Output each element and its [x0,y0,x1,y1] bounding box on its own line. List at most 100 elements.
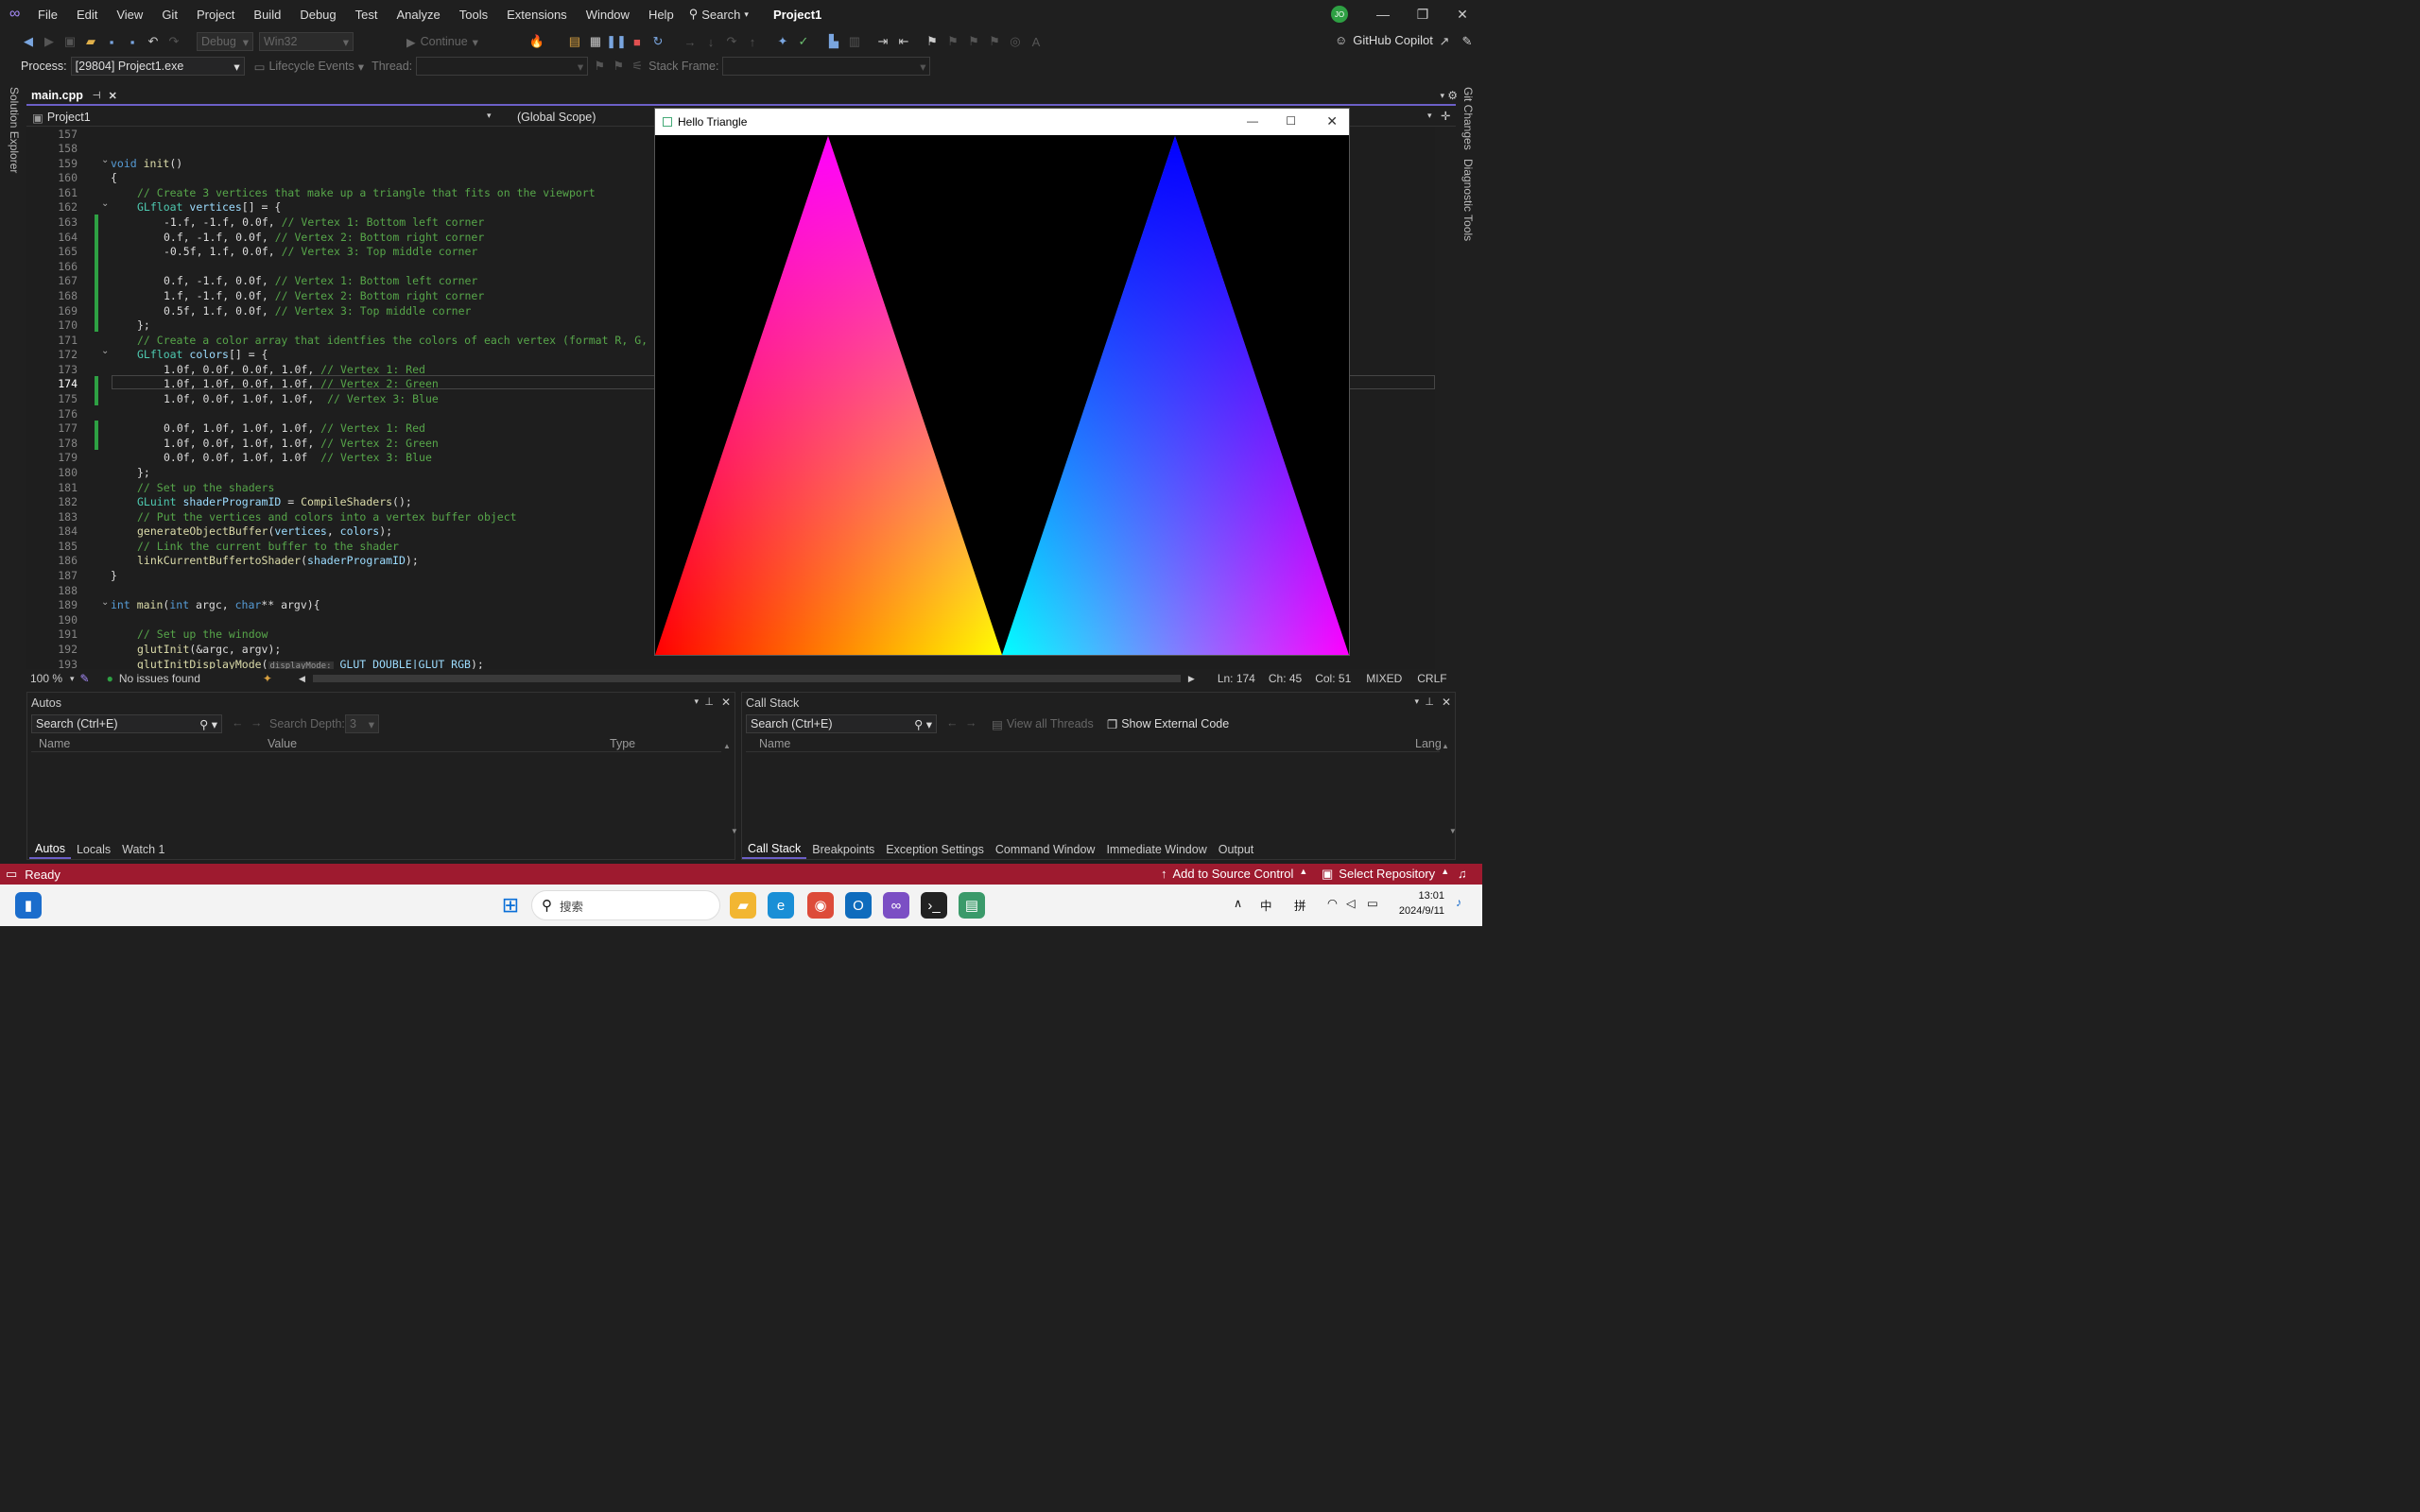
back-arrow-icon[interactable]: ← [232,716,244,730]
font-size-icon[interactable]: A [1028,34,1044,49]
uncomment-icon[interactable]: ▥ [847,34,862,49]
next-bookmark-icon[interactable]: ⚑ [966,34,981,49]
new-project-icon[interactable]: ▣ [62,34,78,49]
hot-path-icon[interactable]: ✦ [775,34,790,49]
solution-explorer-tab[interactable]: Solution Explorer [8,87,21,173]
intellicode-icon[interactable]: ✎ [80,672,90,685]
thread-select[interactable]: ▾ [416,57,589,76]
feedback-icon[interactable]: ✎ [1460,34,1475,49]
lifecycle-events-button[interactable]: ▭ Lifecycle Events ▾ [254,60,364,74]
save-all-icon[interactable]: ▪ [125,34,140,49]
menu-git[interactable]: Git [152,8,187,22]
forward-icon[interactable]: ▶ [42,34,57,49]
menu-analyze[interactable]: Analyze [387,8,449,22]
menu-window[interactable]: Window [577,8,639,22]
show-next-statement-icon[interactable]: → [683,34,698,49]
stop-icon[interactable]: ■ [630,34,645,49]
notification-bell-icon[interactable]: ♪ [1456,896,1461,909]
tab-watch-1[interactable]: Watch 1 [116,840,170,859]
menu-help[interactable]: Help [639,8,683,22]
close-panel-icon[interactable]: ✕ [1442,696,1451,709]
start-icon[interactable]: ⊞ [497,892,524,919]
menu-build[interactable]: Build [244,8,290,22]
menu-extensions[interactable]: Extensions [497,8,577,22]
expand-callstack-icon[interactable]: ⚟ [630,59,645,74]
breakpoint-icon[interactable]: ◎ [1008,34,1023,49]
pin-icon[interactable]: ⊥ [1425,696,1434,708]
indent-icon[interactable]: ⇥ [875,34,890,49]
panel-menu-icon[interactable]: ▾ [1414,696,1419,707]
select-repository-button[interactable]: ▣ Select Repository ▲ [1322,867,1449,882]
restore-icon[interactable]: ❐ [1403,0,1443,28]
taskbar-search[interactable]: ⚲ 搜索 [531,890,720,920]
column-header-name[interactable]: Name [759,737,790,750]
close-panel-icon[interactable]: ✕ [721,696,731,709]
brush-icon[interactable]: ✦ [263,672,272,685]
menu-debug[interactable]: Debug [290,8,345,22]
column-header-value[interactable]: Value [268,737,297,750]
outdent-icon[interactable]: ⇤ [896,34,911,49]
window-titlebar[interactable]: Hello Triangle — ☐ ✕ [655,109,1349,135]
close-tab-icon[interactable]: ✕ [109,90,117,102]
menu-edit[interactable]: Edit [67,8,107,22]
column-header-type[interactable]: Type [610,737,635,750]
autos-search-input[interactable]: Search (Ctrl+E) ⚲ ▾ [31,714,222,733]
wifi-icon[interactable]: ◠ [1327,896,1338,910]
chrome-icon[interactable]: ◉ [807,892,834,919]
column-header-name[interactable]: Name [39,737,70,750]
volume-icon[interactable]: ◁ [1346,896,1356,910]
call-stack-scrollbar[interactable]: ▲ ▼ [1442,738,1457,836]
clock-date[interactable]: 2024/9/11 [1390,905,1444,917]
close-icon[interactable]: ✕ [1326,113,1338,129]
bell-icon[interactable]: ♫ [1458,867,1467,881]
close-icon[interactable]: ✕ [1443,0,1482,28]
step-into-icon[interactable]: ↓ [703,34,718,49]
widgets-icon[interactable]: ▮ [15,892,42,919]
solution-icon[interactable]: ▤ [567,34,582,49]
share-icon[interactable]: ↗ [1437,34,1452,49]
layout-icon[interactable]: ▦ [588,34,603,49]
git-changes-tab[interactable]: Git Changes [1461,87,1475,150]
step-out-icon[interactable]: ↑ [745,34,760,49]
search-depth-select[interactable]: 3 ▾ [345,714,379,733]
configuration-select[interactable]: Debug ▾ [197,32,253,51]
autos-scrollbar[interactable]: ▲ ▼ [723,738,738,836]
edge-icon[interactable]: e [768,892,794,919]
tab-list-icon[interactable]: ▾ [1440,91,1444,101]
hello-triangle-window[interactable]: Hello Triangle — ☐ ✕ [654,108,1350,656]
global-scope-select[interactable]: (Global Scope) [517,111,596,124]
maximize-icon[interactable]: ☐ [1286,114,1296,128]
add-to-source-control-button[interactable]: ↑ Add to Source Control ▲ [1161,867,1307,881]
clear-bookmarks-icon[interactable]: ⚑ [987,34,1002,49]
zoom-select[interactable]: 100 % [26,672,70,685]
menu-test[interactable]: Test [346,8,388,22]
spell-check-icon[interactable]: ✓ [796,34,811,49]
menu-project[interactable]: Project [187,8,244,22]
forward-arrow-icon[interactable]: → [251,716,263,730]
collapse-icon[interactable]: ⌄ [101,198,109,209]
back-icon[interactable]: ◀ [21,34,36,49]
call-stack-search-input[interactable]: Search (Ctrl+E) ⚲ ▾ [746,714,937,733]
hello-triangle-app-icon[interactable]: ▤ [959,892,985,919]
diagnostic-tools-tab[interactable]: Diagnostic Tools [1461,159,1475,241]
clock-time[interactable]: 13:01 [1399,890,1444,902]
restart-icon[interactable]: ↻ [650,34,666,49]
menu-view[interactable]: View [107,8,152,22]
step-over-icon[interactable]: ↷ [724,34,739,49]
forward-arrow-icon[interactable]: → [965,716,977,730]
pause-icon[interactable]: ❚❚ [606,34,627,49]
collapse-icon[interactable]: ⌄ [101,597,109,608]
outlook-icon[interactable]: O [845,892,872,919]
minimize-icon[interactable]: — [1247,114,1258,128]
prev-bookmark-icon[interactable]: ⚑ [945,34,960,49]
flag-all-icon[interactable]: ⚑ [611,59,626,74]
split-editor-icon[interactable]: ✛ [1441,109,1450,123]
undo-icon[interactable]: ↶ [146,34,161,49]
process-select[interactable]: [29804] Project1.exe ▾ [70,57,245,76]
back-arrow-icon[interactable]: ← [946,716,959,730]
battery-icon[interactable]: ▭ [1367,896,1378,910]
tab-breakpoints[interactable]: Breakpoints [806,840,880,859]
continue-button[interactable]: ▶ Continue ▾ [406,35,478,49]
tab-immediate-window[interactable]: Immediate Window [1100,840,1212,859]
tab-main-cpp[interactable]: main.cpp ⊣ ✕ [26,87,117,106]
